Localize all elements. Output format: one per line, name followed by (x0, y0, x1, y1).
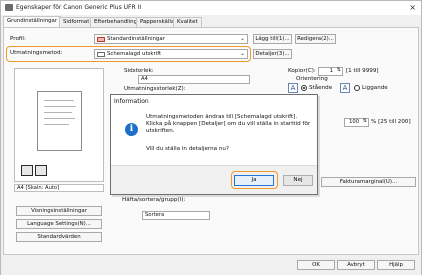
no-button[interactable]: Nej (283, 175, 313, 186)
landscape-icon: A (340, 83, 350, 93)
scheduled-print-icon (97, 52, 105, 57)
stepper-arrows-icon: ⇅ (336, 67, 341, 73)
scale-stepper[interactable]: 100 ⇅ (344, 118, 369, 127)
tab-basic[interactable]: Grundinställningar (3, 16, 62, 27)
profile-icon (97, 37, 105, 42)
chevron-down-icon: ⌄ (239, 50, 245, 57)
output-method-select[interactable]: Schemalagd utskrift ⌄ (94, 49, 248, 59)
profile-select[interactable]: Standardinställningar ⌄ (94, 34, 248, 44)
tab-finishing[interactable]: Efterbehandling (90, 17, 141, 27)
help-button[interactable]: Hjälp (377, 260, 415, 270)
finishing-select[interactable]: Sortera (142, 211, 210, 220)
margin-button[interactable]: Fakturamarginal(U)... (321, 177, 416, 187)
portrait-label: Stående (309, 85, 333, 91)
details-button[interactable]: Detaljer(3)... (253, 49, 292, 59)
cancel-button[interactable]: Avbryt (337, 260, 375, 270)
profile-label: Profil: (10, 36, 26, 42)
landscape-label: Liggande (362, 85, 388, 91)
language-settings-button[interactable]: Language Settings(N)... (16, 219, 102, 229)
printer-properties-window: Egenskaper för Canon Generic Plus UFR II… (0, 0, 422, 275)
profile-value: Standardinställningar (107, 36, 165, 42)
title-bar: Egenskaper för Canon Generic Plus UFR II… (1, 1, 421, 15)
dialog-footer: Ja Nej (111, 165, 317, 194)
finishing-label: Häfta/sortera/grupp(I): (122, 197, 186, 203)
copies-value: 1 (329, 68, 333, 74)
preview-page (37, 91, 82, 151)
page-size-value: A4 (141, 76, 148, 82)
printer-icon (5, 4, 13, 11)
ok-button[interactable]: OK (297, 260, 335, 270)
add-profile-button[interactable]: Lägg till(1)... (253, 34, 292, 44)
preview-page-size: A4 [Skaln: Auto] (14, 184, 104, 192)
scale-value: 100 (349, 119, 359, 125)
output-method-label: Utmatningsmetod: (10, 50, 63, 56)
dialog-title: Information (111, 95, 317, 107)
landscape-radio[interactable] (354, 85, 360, 91)
page-size-select[interactable]: A4 (138, 75, 250, 84)
scale-range: % [25 till 200] (371, 119, 411, 125)
window-title: Egenskaper för Canon Generic Plus UFR II (16, 4, 142, 11)
page-size-label: Sidstorlek: (124, 68, 154, 74)
tab-quality[interactable]: Kvalitet (173, 17, 202, 27)
tab-page-setup[interactable]: Sidformat (59, 17, 94, 27)
dialog-body: i Utmatningsmetoden ändras till [Schemal… (111, 107, 317, 165)
output-method-value: Schemalagd utskrift (107, 51, 162, 57)
layout-view-icon[interactable] (21, 165, 33, 176)
orientation-label: Orientering (296, 76, 328, 82)
portrait-radio[interactable] (301, 85, 307, 91)
info-icon: i (125, 123, 138, 136)
dialog-message: Utmatningsmetoden ändras till [Schemalag… (146, 114, 311, 134)
information-dialog: Information i Utmatningsmetoden ändras t… (110, 94, 318, 195)
settings-view-icon[interactable] (35, 165, 47, 176)
chevron-down-icon: ⌄ (239, 35, 245, 42)
stepper-arrows-icon: ⇅ (362, 118, 367, 124)
output-size-label: Utmatningsstorlek(Z): (124, 86, 186, 92)
copies-range: [1 till 9999] (346, 68, 379, 74)
copies-label: Kopior(C): (288, 68, 316, 74)
dialog-question: Vill du ställa in detaljerna nu? (146, 146, 229, 152)
finishing-value: Sortera (145, 212, 165, 218)
copies-stepper[interactable]: 1 ⇅ (318, 67, 343, 76)
page-preview (14, 68, 104, 182)
dialog-button-bar: OK Avbryt Hjälp (1, 257, 421, 275)
tab-paper-source[interactable]: Papperskälla (136, 17, 179, 27)
restore-defaults-button[interactable]: Standardvärden (16, 232, 102, 242)
portrait-icon: A (288, 83, 298, 93)
close-icon[interactable]: × (409, 3, 416, 12)
edit-profile-button[interactable]: Redigera(2)... (295, 34, 336, 44)
yes-button[interactable]: Ja (234, 175, 274, 186)
view-settings-button[interactable]: Visningsinställningar (16, 206, 102, 216)
